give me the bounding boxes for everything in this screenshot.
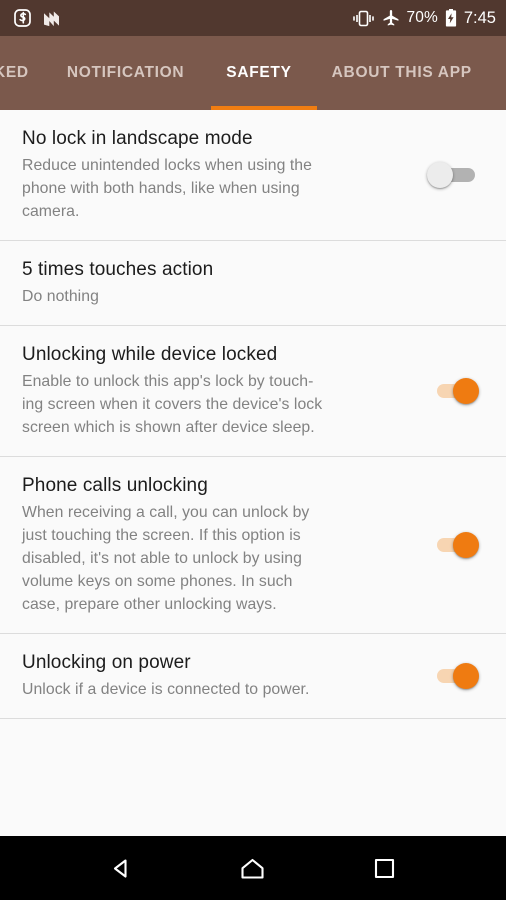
setting-description: Reduce unintended locks when using the p… [22,157,312,220]
setting-row-unlocking-on-power[interactable]: Unlocking on power Unlock if a device is… [0,634,506,719]
setting-description: Unlock if a device is connected to power… [22,681,310,698]
setting-description: Enable to unlock this app's lock by touc… [22,373,323,436]
row-control [422,662,484,689]
toggle-thumb [453,531,479,558]
row-control [422,531,484,558]
row-control [422,377,484,404]
setting-title: Unlocking on power [22,652,191,673]
tab-about-this-app[interactable]: ABOUT THIS APP [332,36,472,110]
setting-value: Do nothing [22,288,99,305]
toggle-thumb [427,161,453,188]
setting-title: Unlocking while device locked [22,344,278,365]
setting-title: 5 times touches action [22,259,214,280]
tab-notification[interactable]: NOTIFICATION [67,36,184,110]
setting-row-no-lock-landscape[interactable]: No lock in landscape mode Reduce uninten… [0,110,506,241]
home-nav-icon[interactable] [224,844,282,892]
row-text: Unlocking while device locked Enable to … [22,342,422,439]
toggle-thumb [453,377,479,404]
toggle-unlocking-while-device-locked[interactable] [429,377,479,404]
battery-charging-icon [445,9,457,27]
status-bar-right-icons: 70% 7:45 [352,9,496,28]
status-bar: 70% 7:45 [0,0,506,36]
phone-screen: 70% 7:45 KED NOTIFICATION SAFETY ABOUT T… [0,0,506,900]
row-control [422,161,484,188]
setting-title: Phone calls unlocking [22,475,208,496]
setting-description: When receiving a call, you can unlock by… [22,504,310,613]
row-text: Unlocking on power Unlock if a device is… [22,650,422,701]
toggle-unlocking-on-power[interactable] [429,662,479,689]
battery-percentage: 70% [406,9,438,26]
clock: 7:45 [463,8,496,27]
setting-row-five-times-touches[interactable]: 5 times touches action Do nothing [0,241,506,326]
row-text: No lock in landscape mode Reduce uninten… [22,126,422,223]
setting-row-unlocking-while-device-locked[interactable]: Unlocking while device locked Enable to … [0,326,506,457]
recents-nav-icon[interactable] [355,844,413,892]
row-text: 5 times touches action Do nothing [22,257,422,308]
android-navigation-bar[interactable] [0,836,506,900]
vibrate-icon [352,10,375,27]
status-bar-left-icons [14,9,61,27]
airplane-mode-icon [382,9,400,27]
tab-safety[interactable]: SAFETY [226,36,291,110]
settings-list: No lock in landscape mode Reduce uninten… [0,110,506,719]
setting-title: No lock in landscape mode [22,128,253,149]
toggle-thumb [453,662,479,689]
nova-launcher-icon [42,10,61,27]
row-text: Phone calls unlocking When receiving a c… [22,473,422,616]
toggle-no-lock-landscape[interactable] [427,161,477,188]
app-notification-icon [14,9,31,27]
back-nav-icon[interactable] [93,844,151,892]
tab-locked[interactable]: KED [0,36,29,110]
setting-row-phone-calls-unlocking[interactable]: Phone calls unlocking When receiving a c… [0,457,506,634]
toggle-phone-calls-unlocking[interactable] [429,531,479,558]
tab-bar[interactable]: KED NOTIFICATION SAFETY ABOUT THIS APP [0,36,506,110]
